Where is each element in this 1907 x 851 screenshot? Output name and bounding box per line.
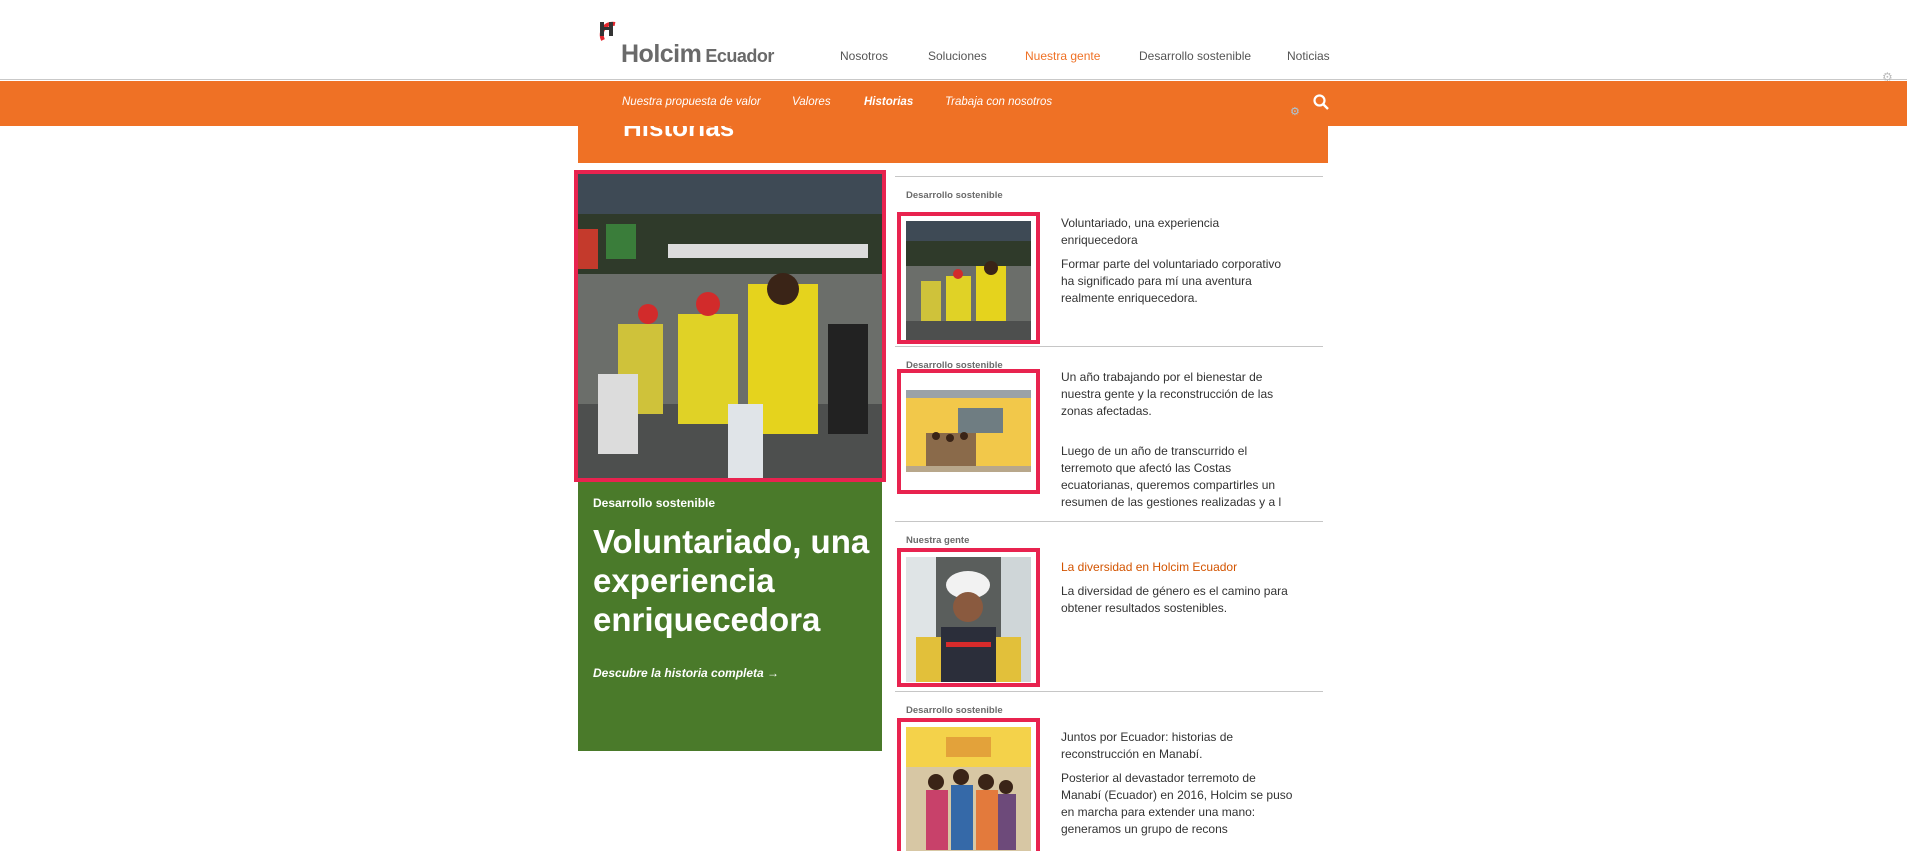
main-nav: Nosotros Soluciones Nuestra gente Desarr…: [0, 49, 1907, 69]
list-item[interactable]: Desarrollo sostenible Juntos por Ecuador…: [895, 691, 1323, 851]
site-header: Holcim Ecuador Nosotros Soluciones Nuestr…: [0, 0, 1907, 80]
story-category: Nuestra gente: [906, 535, 970, 546]
subnav-valores[interactable]: Valores: [792, 96, 831, 108]
page-title-banner: Historias: [578, 126, 1328, 163]
featured-story-card[interactable]: Desarrollo sostenible Voluntariado, una …: [574, 170, 886, 751]
worker-thumb-icon: [906, 557, 1031, 682]
subnav-propuesta[interactable]: Nuestra propuesta de valor: [622, 96, 761, 108]
story-title[interactable]: Juntos por Ecuador: historias de reconst…: [1061, 729, 1296, 763]
featured-story-link[interactable]: Descubre la historia completa →: [593, 666, 779, 680]
nav-desarrollo-sostenible[interactable]: Desarrollo sostenible: [1139, 49, 1251, 63]
story-thumbnail[interactable]: [897, 212, 1040, 344]
subnav-trabaja[interactable]: Trabaja con nosotros: [945, 96, 1052, 108]
volunteers-thumb-icon: [906, 221, 1031, 340]
story-title[interactable]: La diversidad en Holcim Ecuador: [1061, 559, 1296, 576]
story-description: Luego de un año de transcurrido el terre…: [1061, 444, 1282, 509]
featured-story-category: Desarrollo sostenible: [593, 496, 716, 510]
story-thumbnail[interactable]: [897, 369, 1040, 494]
volunteers-photo-icon: [578, 174, 882, 478]
subnav-historias[interactable]: Historias: [864, 96, 913, 108]
settings-icon[interactable]: ⚙: [1290, 105, 1300, 118]
house-thumb-icon: [906, 378, 1031, 490]
nav-noticias[interactable]: Noticias: [1287, 49, 1330, 63]
page: Holcim Ecuador Nosotros Soluciones Nuestr…: [0, 0, 1907, 851]
list-item[interactable]: Nuestra gente La diversidad en Holcim Ec…: [895, 521, 1323, 691]
nav-soluciones[interactable]: Soluciones: [928, 49, 987, 63]
story-category: Desarrollo sostenible: [906, 190, 1003, 201]
story-title[interactable]: Un año trabajando por el bienestar de nu…: [1061, 369, 1296, 420]
featured-story-title[interactable]: Voluntariado, una experiencia enriqueced…: [593, 522, 878, 639]
list-item[interactable]: Desarrollo sostenible Voluntariado, una …: [895, 176, 1323, 346]
sub-nav: Nuestra propuesta de valor Valores Histo…: [0, 81, 1907, 126]
nav-nosotros[interactable]: Nosotros: [840, 49, 888, 63]
story-description: Formar parte del voluntariado corporativ…: [1061, 257, 1282, 305]
list-item[interactable]: Desarrollo sostenible Un año trabajando …: [895, 346, 1323, 521]
story-thumbnail[interactable]: [897, 718, 1040, 851]
story-description: Posterior al devastador terremoto de Man…: [1061, 771, 1293, 836]
nav-nuestra-gente[interactable]: Nuestra gente: [1025, 49, 1100, 63]
story-title[interactable]: Voluntariado, una experiencia enriqueced…: [1061, 215, 1296, 249]
featured-story-image[interactable]: [574, 170, 886, 482]
story-category: Desarrollo sostenible: [906, 705, 1003, 716]
story-description: La diversidad de género es el camino par…: [1061, 584, 1288, 615]
search-icon[interactable]: [1312, 93, 1330, 111]
family-thumb-icon: [906, 727, 1031, 851]
story-thumbnail[interactable]: [897, 548, 1040, 687]
page-title: Historias: [623, 126, 735, 142]
